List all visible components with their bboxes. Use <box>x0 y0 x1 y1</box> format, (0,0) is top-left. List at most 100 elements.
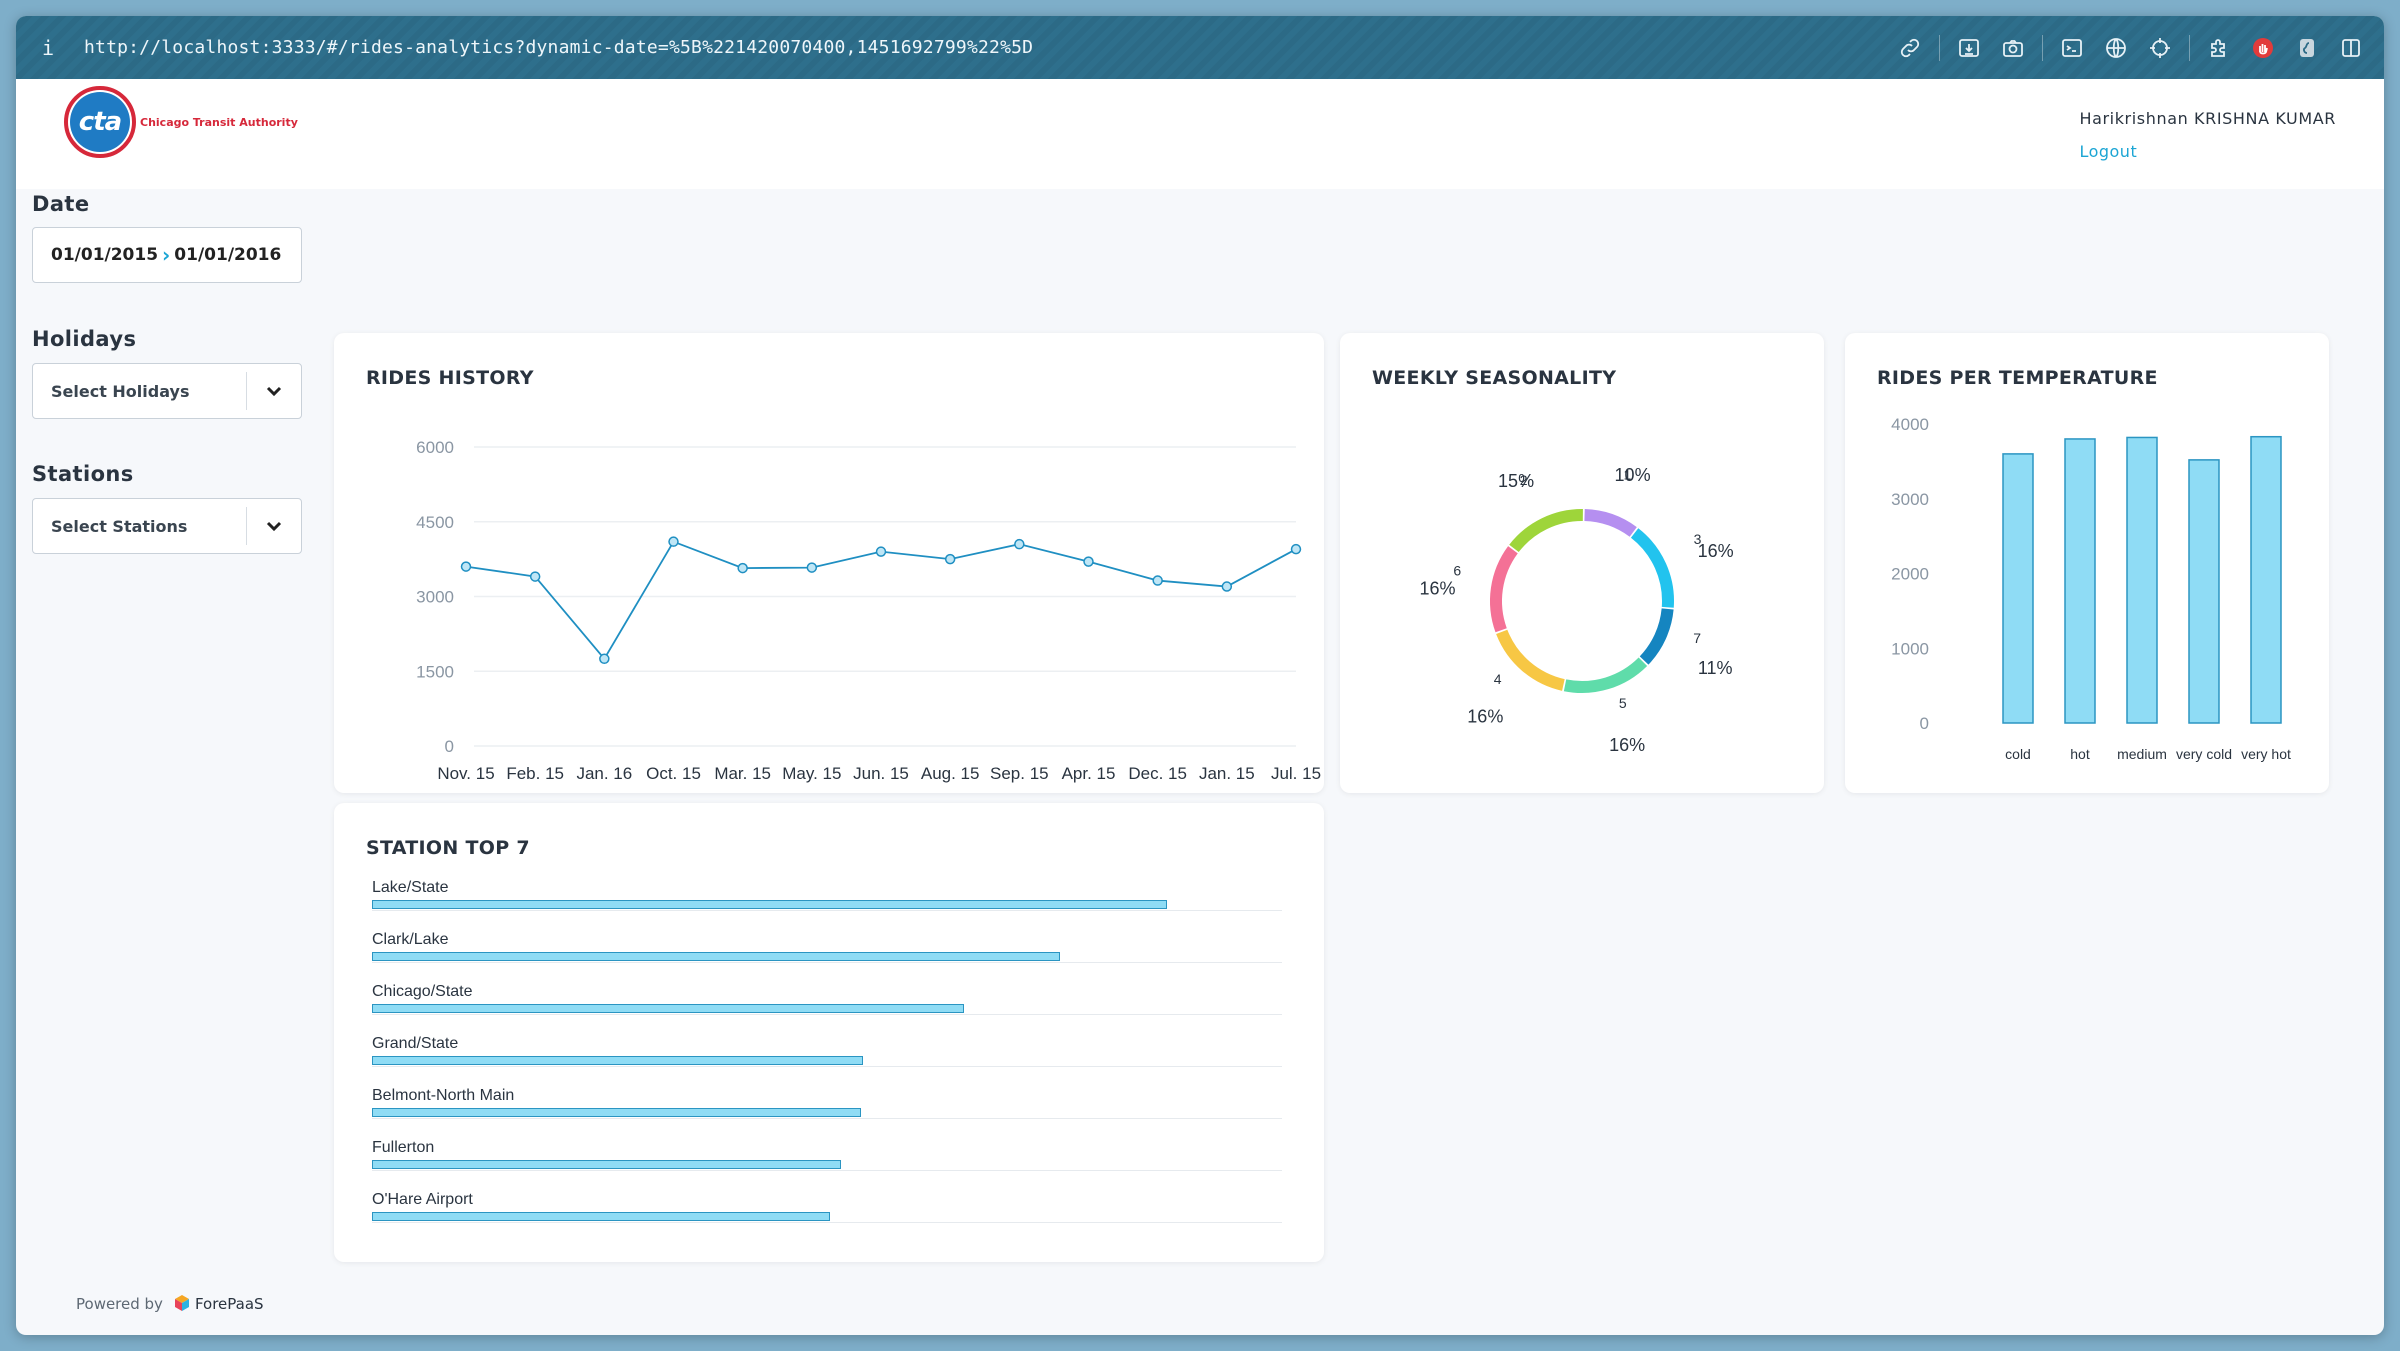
station-bar <box>372 1108 861 1117</box>
slice-percent: 16% <box>1609 735 1645 755</box>
script-icon[interactable] <box>2292 33 2322 63</box>
station-label: Lake/State <box>372 879 449 896</box>
terminal-icon[interactable] <box>2057 33 2087 63</box>
info-icon[interactable]: i <box>42 36 76 60</box>
x-tick-label: Jul. 15 <box>1271 764 1321 783</box>
url-text[interactable]: http://localhost:3333/#/rides-analytics?… <box>84 37 1033 58</box>
slice-percent: 10% <box>1615 465 1651 485</box>
bar-track <box>372 910 1282 911</box>
camera-icon[interactable] <box>1998 33 2028 63</box>
date-range-picker[interactable]: 01/01/2015 › 01/01/2016 <box>32 227 302 283</box>
forepaas-brand[interactable]: ForePaaS <box>173 1294 264 1314</box>
station-top7-title: STATION TOP 7 <box>366 837 530 859</box>
x-tick-label: Jun. 15 <box>853 764 909 783</box>
temperature-bar <box>2188 459 2220 724</box>
x-tick-label: Mar. 15 <box>714 764 771 783</box>
bar-track <box>372 1014 1282 1015</box>
stations-filter-label: Stations <box>32 462 134 486</box>
data-point <box>1290 543 1302 555</box>
y-tick-label: 4000 <box>1891 415 1929 434</box>
weekly-seasonality-chart: 110%316%711%516%416%616%215% <box>1419 465 1733 755</box>
x-tick-label: medium <box>2117 746 2167 762</box>
bar-track <box>372 1222 1282 1223</box>
browser-window: i http://localhost:3333/#/rides-analytic… <box>16 16 2384 1335</box>
x-tick-label: Aug. 15 <box>921 764 980 783</box>
station-bar <box>372 952 1060 961</box>
x-tick-label: Jan. 15 <box>1199 764 1255 783</box>
stations-select[interactable]: Select Stations <box>32 498 302 554</box>
toolbar-divider <box>2042 34 2043 61</box>
address-bar: i http://localhost:3333/#/rides-analytic… <box>16 16 2384 79</box>
cta-logo-mark: cta <box>64 86 136 158</box>
link-icon[interactable] <box>1895 33 1925 63</box>
station-row: Belmont-North Main <box>372 1087 1282 1121</box>
download-icon[interactable] <box>1954 33 1984 63</box>
station-label: Belmont-North Main <box>372 1087 515 1104</box>
station-bar <box>372 1004 965 1013</box>
station-label: Chicago/State <box>372 983 473 1000</box>
sidebar-toggle-icon[interactable] <box>2336 33 2366 63</box>
x-tick-label: Sep. 15 <box>990 764 1049 783</box>
station-label: Fullerton <box>372 1139 435 1156</box>
bar-track <box>372 962 1282 963</box>
y-tick-label: 0 <box>1920 714 1929 733</box>
chevron-down-icon[interactable] <box>247 516 301 536</box>
slice-percent: 16% <box>1467 707 1503 727</box>
rides-history-card: RIDES HISTORY 0 1500 3000 4500 6000 Nov. 15 Fe… <box>334 333 1324 793</box>
slice-label: 5 <box>1619 695 1627 711</box>
cta-logo-text: cta <box>70 92 130 152</box>
y-tick-label: 0 <box>445 737 454 756</box>
station-label: Grand/State <box>372 1035 459 1052</box>
slice-percent: 11% <box>1698 658 1733 678</box>
holidays-select[interactable]: Select Holidays <box>32 363 302 419</box>
data-point <box>737 562 748 574</box>
toolbar-icons <box>1881 16 2366 79</box>
rides-per-temperature-card: RIDES PER TEMPERATURE 0 1000 2000 3000 4000 c… <box>1845 333 2329 793</box>
y-tick-label: 6000 <box>416 438 454 457</box>
temperature-bar <box>2126 436 2158 724</box>
user-block: Harikrishnan KRISHNA KUMAR Logout <box>2079 109 2336 161</box>
toolbar-divider <box>2189 34 2190 61</box>
station-row: Clark/Lake <box>372 931 1282 965</box>
date-filter-label: Date <box>32 192 90 216</box>
holidays-placeholder: Select Holidays <box>51 381 190 401</box>
station-label: Clark/Lake <box>372 931 449 948</box>
x-tick-label: Apr. 15 <box>1062 764 1116 783</box>
date-to: 01/01/2016 <box>174 245 282 265</box>
slice-label: 7 <box>1693 630 1701 646</box>
data-point <box>529 571 541 582</box>
stop-hand-icon[interactable] <box>2248 33 2278 63</box>
slice-label: 6 <box>1453 563 1461 579</box>
series-line <box>465 540 1297 661</box>
station-label: O'Hare Airport <box>372 1191 473 1208</box>
temperature-bar <box>2064 438 2096 724</box>
station-bar <box>372 1212 830 1221</box>
bar-track <box>372 1170 1282 1171</box>
x-tick-label: Dec. 15 <box>1128 764 1187 783</box>
powered-by: Powered by ForePaaS <box>76 1294 264 1314</box>
station-bar <box>372 900 1167 909</box>
data-point <box>875 546 887 557</box>
x-tick-label: cold <box>2005 746 2031 762</box>
toolbar-divider <box>1939 34 1940 61</box>
data-point <box>599 653 610 665</box>
station-row: Chicago/State <box>372 983 1282 1017</box>
crosshair-icon[interactable] <box>2145 33 2175 63</box>
extension-icon[interactable] <box>2204 33 2234 63</box>
x-tick-label: Jan. 16 <box>576 764 632 783</box>
station-row: Fullerton <box>372 1139 1282 1173</box>
chevron-down-icon[interactable] <box>247 381 301 401</box>
pie-slice <box>1630 528 1674 608</box>
cta-logo[interactable]: cta Chicago Transit Authority <box>64 86 298 158</box>
rides-per-temperature-chart: 0 1000 2000 3000 4000 cold hot medium very cold v… <box>1891 415 2291 762</box>
temperature-bar <box>2250 435 2282 724</box>
y-tick-label: 3000 <box>416 588 454 607</box>
pie-slice <box>1639 608 1674 665</box>
logout-link[interactable]: Logout <box>2079 142 2336 161</box>
temperature-bar <box>2002 453 2034 724</box>
y-tick-label: 2000 <box>1891 565 1929 584</box>
slice-percent: 15% <box>1498 471 1534 491</box>
globe-icon[interactable] <box>2101 33 2131 63</box>
app-header: cta Chicago Transit Authority Harikrishn… <box>16 79 2384 189</box>
data-point <box>1014 538 1025 550</box>
